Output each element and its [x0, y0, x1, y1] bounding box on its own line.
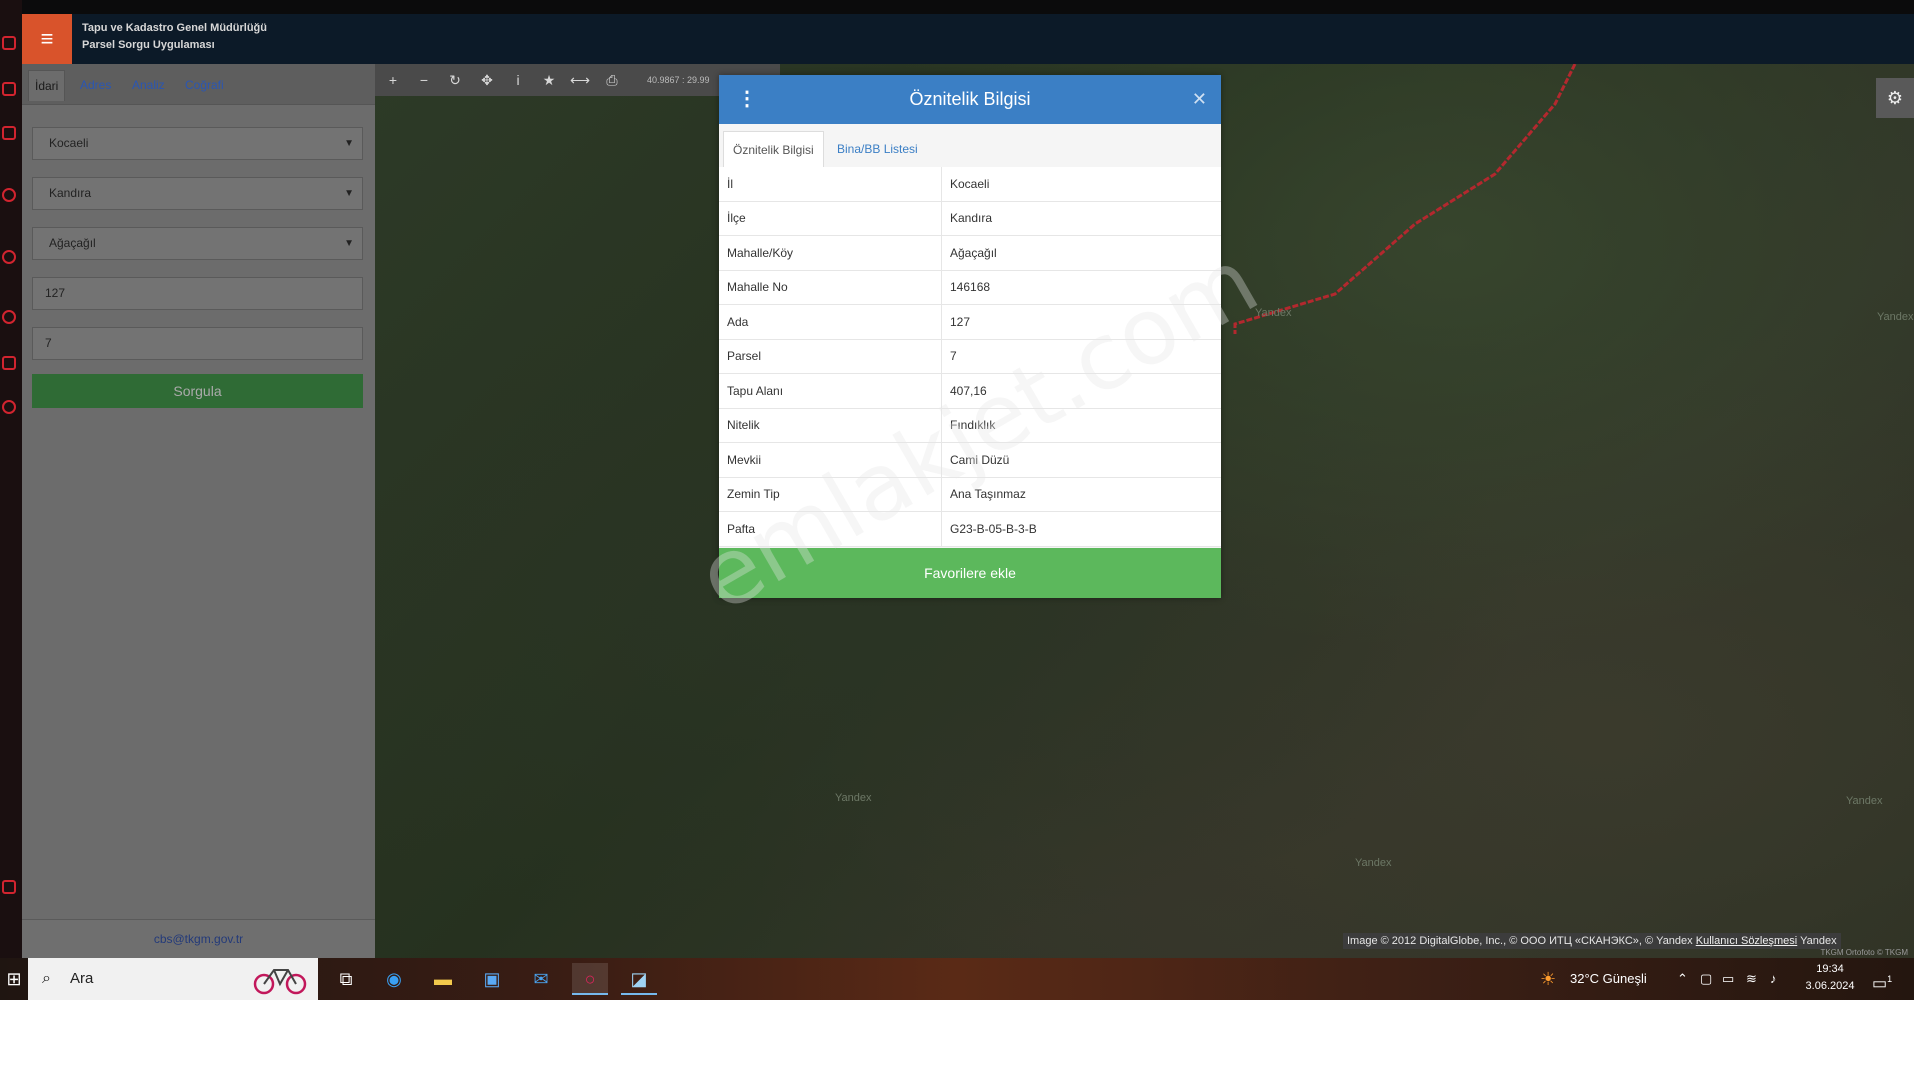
attr-key: Ada [719, 304, 942, 340]
map-attribution: Image © 2012 DigitalGlobe, Inc., © ООО И… [1343, 933, 1841, 949]
attr-value: Kocaeli [941, 167, 1221, 202]
attr-key: Mahalle No [719, 270, 942, 305]
search-placeholder: Ara [70, 970, 94, 987]
app-header: ≡ Tapu ve Kadastro Genel Müdürlüğü Parse… [22, 14, 1914, 64]
app-title: Tapu ve Kadastro Genel Müdürlüğü Parsel … [82, 20, 267, 54]
clock-time: 19:34 [1816, 963, 1844, 975]
attr-key: Tapu Alanı [719, 373, 942, 409]
ortofoto-credit: TKGM Ortofoto © TKGM [1820, 948, 1908, 957]
opera-browser-icon[interactable]: ○ [572, 963, 608, 995]
chevron-down-icon: ▼ [344, 138, 354, 149]
layers-icon[interactable] [2, 126, 16, 140]
il-select-value: Kocaeli [49, 136, 89, 150]
chevron-up-icon[interactable]: ⌃ [1677, 958, 1688, 1000]
map-settings-button[interactable]: ⚙ [1876, 78, 1914, 118]
taskbar-search[interactable]: ⌕ Ara [28, 958, 318, 1000]
attr-key: İlçe [719, 201, 942, 236]
tab-oznitelik[interactable]: Öznitelik Bilgisi [723, 131, 824, 168]
yandex-watermark: Yandex [1846, 795, 1883, 807]
modal-tabs: Öznitelik Bilgisi Bina/BB Listesi [719, 124, 1221, 168]
parsel-input[interactable]: 7 [32, 327, 363, 360]
app-title-line1: Tapu ve Kadastro Genel Müdürlüğü [82, 22, 267, 34]
notification-count: 1 [1887, 974, 1893, 984]
file-explorer-icon[interactable]: ▬ [425, 963, 461, 995]
bicycle-icon [253, 969, 307, 995]
ada-input[interactable]: 127 [32, 277, 363, 310]
weather-icon: ☀ [1540, 969, 1557, 989]
attr-key: Mahalle/Köy [719, 235, 942, 271]
zoom-out-icon[interactable]: − [410, 64, 438, 96]
location-icon[interactable] [2, 250, 16, 264]
clock-date: 3.06.2024 [1805, 980, 1855, 992]
yandex-watermark: Yandex [1877, 311, 1914, 323]
star-icon[interactable]: ★ [535, 64, 563, 96]
table-row: İl Kocaeli [719, 167, 1221, 202]
tab-analiz[interactable]: Analiz [132, 78, 165, 92]
windows-start-icon[interactable]: ⊞ [0, 958, 28, 1000]
table-row: Mahalle/Köy Ağaçağıl [719, 235, 1221, 271]
ilce-select-value: Kandıra [49, 186, 92, 200]
app-title-line2: Parsel Sorgu Uygulaması [82, 39, 215, 51]
attr-value: G23-B-05-B-3-B [941, 511, 1221, 547]
footer-email-link[interactable]: cbs@tkgm.gov.tr [22, 919, 375, 958]
volume-icon[interactable]: ♪ [1770, 958, 1777, 1000]
measure-icon[interactable]: ⟷ [566, 64, 594, 96]
modal-title: Öznitelik Bilgisi [909, 89, 1031, 109]
yandex-watermark: Yandex [835, 792, 872, 804]
zoom-in-icon[interactable]: + [379, 64, 407, 96]
tab-bina-list[interactable]: Bina/BB Listesi [828, 131, 927, 167]
weather-text[interactable]: 32°C Güneşli [1570, 958, 1647, 1000]
attr-key: İl [719, 167, 942, 202]
tab-cografi[interactable]: Coğrafi [185, 78, 224, 92]
refresh-icon[interactable]: ↻ [441, 64, 469, 96]
ilce-select[interactable]: Kandıra ▼ [32, 177, 363, 210]
hamburger-icon: ≡ [40, 26, 54, 51]
print-icon[interactable]: ⎙ [598, 64, 626, 96]
yandex-watermark: Yandex [1355, 857, 1392, 869]
taskbar-clock[interactable]: 19:34 3.06.2024 [1800, 961, 1860, 995]
chevron-down-icon: ▼ [344, 238, 354, 249]
query-tabs: İdari Adres Analiz Coğrafi [22, 64, 375, 105]
chat-icon[interactable] [2, 82, 16, 96]
task-view-icon[interactable]: ⧉ [328, 963, 364, 995]
windows-taskbar: ⊞ ⌕ Ara ⧉ ◉ ▬ ▣ ✉ ○ ◪ ☀ 32°C Güneşli ⌃ ▢… [0, 958, 1914, 1000]
edge-browser-icon[interactable]: ◉ [376, 963, 412, 995]
mahalle-select-value: Ağaçağıl [49, 236, 96, 250]
tab-idari[interactable]: İdari [28, 70, 66, 101]
left-app-strip [0, 0, 22, 958]
tab-adres[interactable]: Adres [80, 78, 111, 92]
sorgula-button[interactable]: Sorgula [32, 374, 363, 408]
gear-icon[interactable] [2, 400, 16, 414]
info-icon[interactable]: i [504, 64, 532, 96]
attr-value: Kandıra [941, 201, 1221, 236]
snipping-tool-icon[interactable]: ◪ [621, 963, 657, 995]
top-strip [0, 0, 1914, 14]
notification-icon[interactable]: ▭1 [1872, 958, 1892, 1005]
query-side-panel: İdari Adres Analiz Coğrafi Kocaeli ▼ Kand… [22, 64, 375, 958]
terms-link[interactable]: Kullanıcı Sözleşmesi [1696, 935, 1798, 947]
search-icon: ⌕ [42, 970, 51, 987]
mahalle-select[interactable]: Ağaçağıl ▼ [32, 227, 363, 260]
battery-icon[interactable]: ▭ [1722, 958, 1734, 1000]
store-icon[interactable]: ▣ [474, 963, 510, 995]
attribution-text: Image © 2012 DigitalGlobe, Inc., © ООО И… [1347, 935, 1693, 947]
chevron-down-icon: ▼ [344, 188, 354, 199]
mail-icon[interactable]: ✉ [523, 963, 559, 995]
meet-now-icon[interactable]: ▢ [1700, 958, 1712, 1000]
folder-icon[interactable] [2, 36, 16, 50]
tool-icon[interactable] [2, 188, 16, 202]
locate-icon[interactable]: ✥ [473, 64, 501, 96]
cube-icon[interactable] [2, 356, 16, 370]
attribution-brand: Yandex [1800, 935, 1837, 947]
modal-header: ⋮ Öznitelik Bilgisi ✕ [719, 75, 1221, 124]
wifi-icon[interactable]: ≋ [1746, 958, 1757, 1000]
menu-button[interactable]: ≡ [22, 14, 72, 64]
close-icon[interactable]: ✕ [1192, 75, 1207, 124]
gear-icon: ⚙ [1886, 88, 1904, 108]
user-icon[interactable] [2, 880, 16, 894]
clock-icon[interactable] [2, 310, 16, 324]
il-select[interactable]: Kocaeli ▼ [32, 127, 363, 160]
table-row: İlçe Kandıra [719, 201, 1221, 236]
attr-key: Parsel [719, 339, 942, 374]
